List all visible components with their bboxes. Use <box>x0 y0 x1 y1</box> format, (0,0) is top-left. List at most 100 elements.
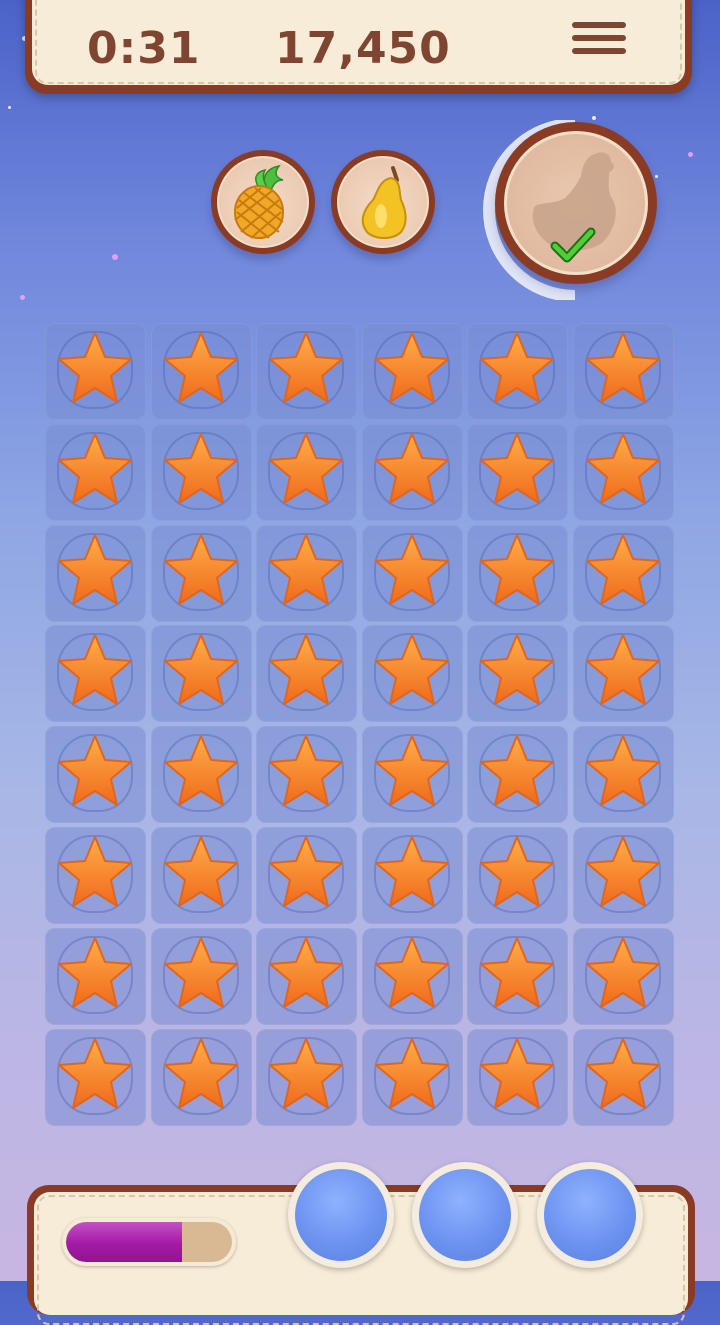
board-tile[interactable] <box>256 625 357 723</box>
orange-star-icon <box>585 735 660 807</box>
board-tile[interactable] <box>256 323 357 420</box>
orange-star-icon <box>374 634 449 706</box>
board-tile[interactable] <box>467 927 568 1025</box>
board-tile[interactable] <box>45 625 146 723</box>
board-tile[interactable] <box>150 423 252 521</box>
board-tile[interactable] <box>467 524 568 622</box>
orange-star-icon <box>58 533 132 605</box>
orange-star-icon <box>374 1037 449 1109</box>
board-tile[interactable] <box>572 726 674 824</box>
sparkle <box>112 254 118 260</box>
board-tile[interactable] <box>150 726 252 824</box>
board-tile[interactable] <box>572 1028 674 1126</box>
progress-track <box>66 1222 232 1262</box>
board-tile[interactable] <box>572 323 674 420</box>
board-tile[interactable] <box>45 524 146 622</box>
board-tile[interactable] <box>361 524 463 622</box>
orange-star-icon <box>480 432 554 504</box>
orange-star-icon <box>269 634 343 706</box>
orange-star-icon <box>163 634 238 706</box>
orange-star-icon <box>163 836 238 907</box>
orange-star-icon <box>585 836 660 907</box>
goal-pineapple <box>211 150 315 254</box>
orange-star-icon <box>585 634 660 706</box>
board-tile[interactable] <box>361 1028 463 1126</box>
orange-star-icon <box>269 836 343 907</box>
board-tile[interactable] <box>467 323 568 420</box>
board-tile[interactable] <box>150 524 252 622</box>
orange-star-icon <box>269 735 343 807</box>
score: 17,450 <box>275 23 451 74</box>
orange-star-icon <box>58 836 132 907</box>
slot-inner <box>295 1169 387 1261</box>
orange-star-icon <box>269 432 343 504</box>
orange-star-icon <box>269 936 343 1008</box>
board-tile[interactable] <box>572 827 674 924</box>
board-tile[interactable] <box>150 927 252 1025</box>
orange-star-icon <box>163 735 238 807</box>
board-tile[interactable] <box>256 1028 357 1126</box>
board-tile[interactable] <box>150 625 252 723</box>
board-tile[interactable] <box>467 827 568 924</box>
sparkle <box>20 295 25 300</box>
board-tile[interactable] <box>45 323 146 420</box>
board-tile[interactable] <box>361 423 463 521</box>
orange-star-icon <box>480 735 554 807</box>
orange-star-icon <box>480 332 554 403</box>
board-tile[interactable] <box>467 726 568 824</box>
orange-star-icon <box>374 432 449 504</box>
board-tile[interactable] <box>467 1028 568 1126</box>
board-tile[interactable] <box>572 927 674 1025</box>
hamburger-menu-icon[interactable] <box>570 22 628 58</box>
board-tile[interactable] <box>45 927 146 1025</box>
goal-chicken <box>495 122 657 284</box>
board-tile[interactable] <box>45 423 146 521</box>
sparkle <box>688 152 693 157</box>
board-tile[interactable] <box>256 927 357 1025</box>
timer: 0:31 <box>87 23 201 74</box>
orange-star-icon <box>163 332 238 403</box>
orange-star-icon <box>58 332 132 403</box>
orange-star-icon <box>480 634 554 706</box>
pineapple-icon <box>234 164 284 239</box>
orange-star-icon <box>163 1037 238 1109</box>
board-tile[interactable] <box>361 323 463 420</box>
tile-slot-1[interactable] <box>288 1162 394 1268</box>
board-tile[interactable] <box>467 625 568 723</box>
board-tile[interactable] <box>256 726 357 824</box>
orange-star-icon <box>374 332 449 403</box>
orange-star-icon <box>480 936 554 1008</box>
orange-star-icon <box>480 1037 554 1109</box>
top-hud-panel: 0:31 17,450 <box>25 0 692 94</box>
tile-slot-3[interactable] <box>537 1162 643 1268</box>
board-tile[interactable] <box>572 625 674 723</box>
board-tile[interactable] <box>361 726 463 824</box>
tile-slot-2[interactable] <box>412 1162 518 1268</box>
orange-star-icon <box>269 332 343 403</box>
orange-star-icon <box>480 836 554 907</box>
orange-star-icon <box>374 836 449 907</box>
level-progress-bar <box>62 1218 236 1266</box>
board-tile[interactable] <box>45 827 146 924</box>
board-tile[interactable] <box>361 625 463 723</box>
board-tile[interactable] <box>572 423 674 521</box>
orange-star-icon <box>58 936 132 1008</box>
board-tile[interactable] <box>361 927 463 1025</box>
orange-star-icon <box>585 1037 660 1109</box>
orange-star-icon <box>585 432 660 504</box>
orange-star-icon <box>163 432 238 504</box>
board-tile[interactable] <box>467 423 568 521</box>
board-tile[interactable] <box>572 524 674 622</box>
progress-fill <box>66 1222 183 1262</box>
board-tile[interactable] <box>361 827 463 924</box>
board-tile[interactable] <box>256 827 357 924</box>
board-tile[interactable] <box>256 524 357 622</box>
board-tile[interactable] <box>45 726 146 824</box>
orange-star-icon <box>585 332 660 403</box>
board-tile[interactable] <box>150 1028 252 1126</box>
board-tile[interactable] <box>256 423 357 521</box>
board-tile[interactable] <box>150 827 252 924</box>
orange-star-icon <box>163 533 238 605</box>
board-tile[interactable] <box>150 323 252 420</box>
board-tile[interactable] <box>45 1028 146 1126</box>
